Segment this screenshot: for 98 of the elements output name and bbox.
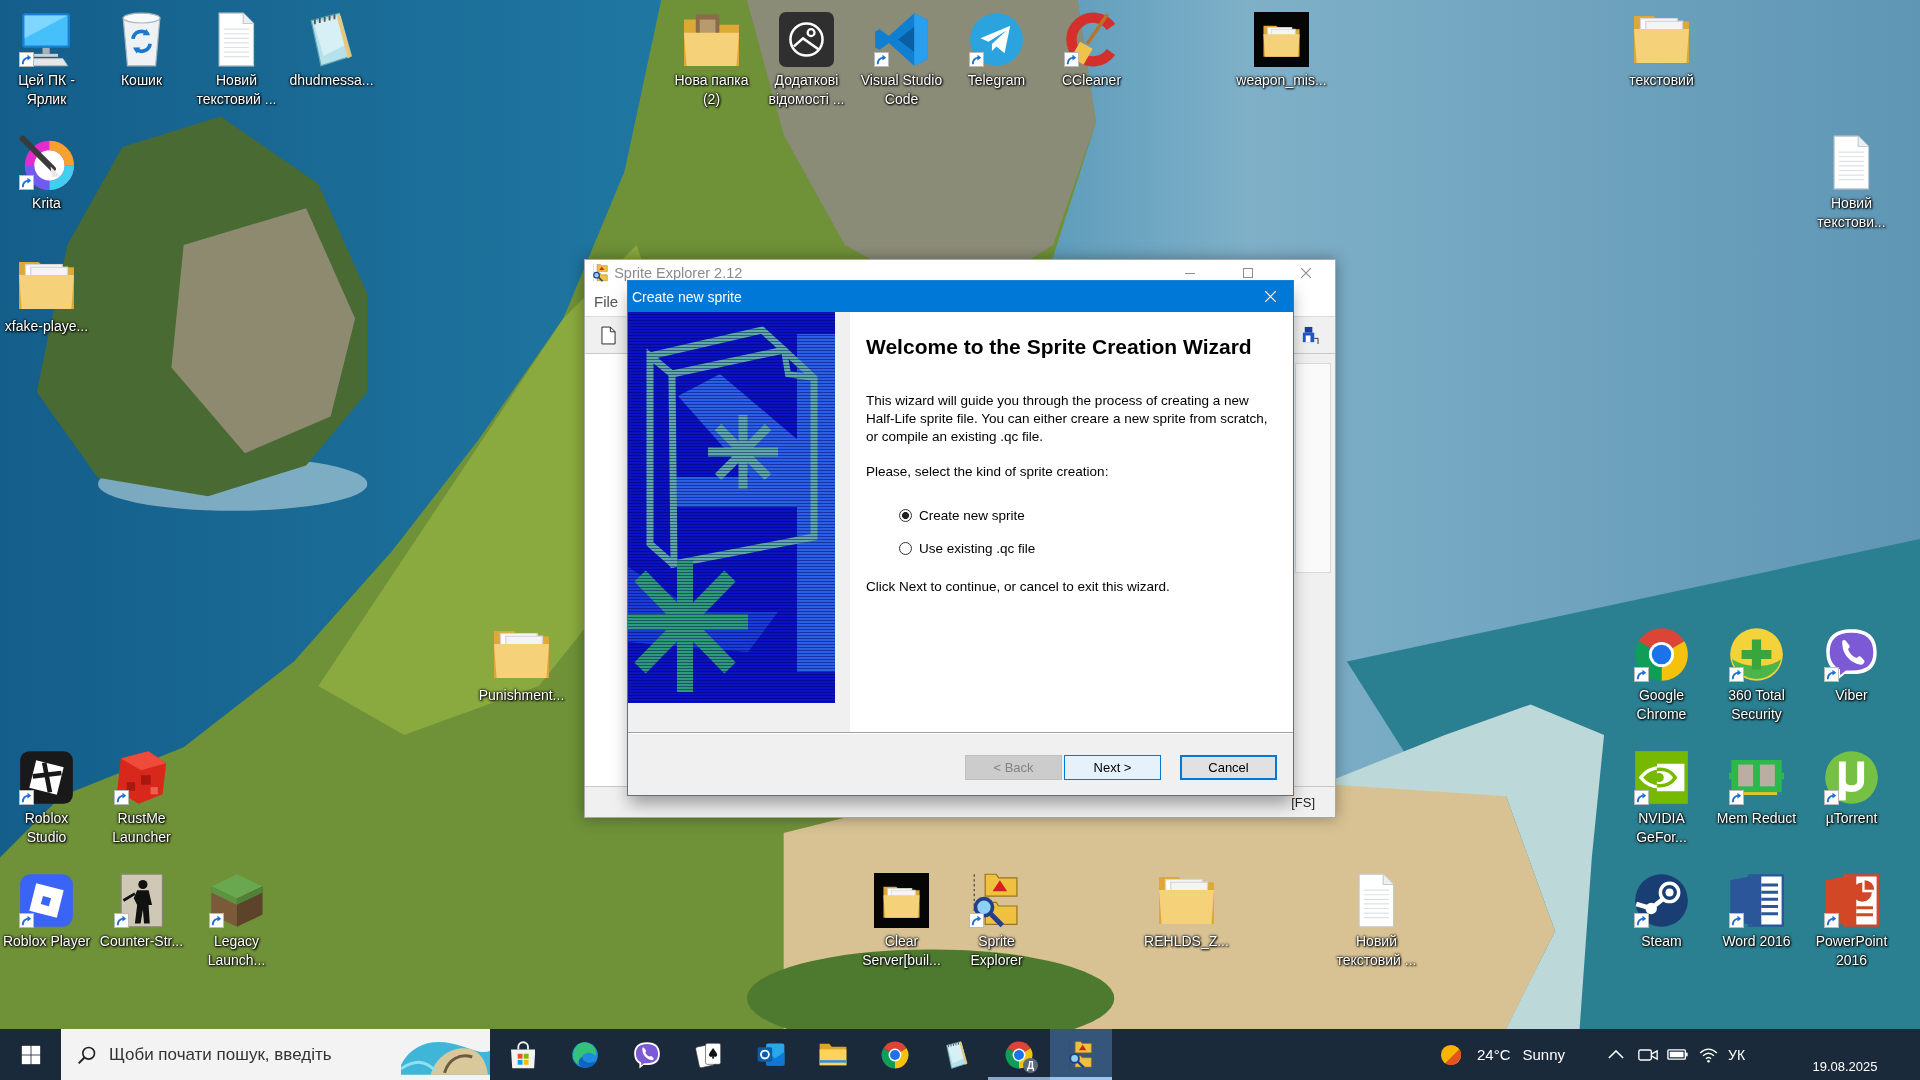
icon-label[interactable]: Telegram	[967, 71, 1026, 90]
next-button[interactable]: Next >	[1064, 755, 1161, 780]
shopping-bag-icon	[510, 1040, 536, 1069]
phone-bubble-icon	[633, 1040, 661, 1069]
icon-label[interactable]: Нова папка (2)	[674, 71, 749, 109]
dialog-title: Create new sprite	[632, 288, 743, 305]
paintbrush-icon[interactable]	[19, 135, 74, 190]
plus-logo-icon[interactable]	[1729, 627, 1784, 682]
icon-label[interactable]: Clear Server[buil...	[862, 932, 941, 970]
page-tile-icon[interactable]	[1729, 873, 1784, 928]
swirl-logo-icon	[571, 1040, 599, 1069]
icon-label[interactable]: dhudmessa...	[289, 71, 374, 90]
sun-icon[interactable]	[1440, 1043, 1462, 1066]
recycle-bin-icon[interactable]	[121, 12, 162, 67]
windows-logo-icon	[20, 1044, 41, 1065]
circle-tile-icon[interactable]	[779, 12, 834, 67]
tilted-square-icon[interactable]	[19, 750, 74, 805]
icon-label[interactable]: Viber	[1835, 686, 1868, 705]
folder-icon[interactable]	[874, 873, 929, 928]
search-icon	[77, 1044, 97, 1065]
radio-label[interactable]: Use existing .qc file	[919, 540, 1036, 556]
piston-logo-icon[interactable]	[1634, 873, 1689, 928]
notepad-icon	[946, 1040, 968, 1069]
battery-icon[interactable]	[1667, 1049, 1689, 1060]
minimize-icon	[1185, 272, 1195, 274]
icon-label[interactable]: текстовий	[1629, 71, 1694, 90]
icon-label[interactable]: Counter-Str...	[99, 932, 184, 951]
block-cube-icon[interactable]	[115, 750, 168, 805]
search-field[interactable]: Щоби почати пошук, введіть	[61, 1029, 490, 1080]
icon-label[interactable]: Sprite Explorer	[970, 932, 1023, 970]
icon-label[interactable]: Mem Reduct	[1716, 809, 1797, 828]
chevron-up-icon[interactable]	[1608, 1050, 1624, 1059]
icon-label[interactable]: PowerPoint 2016	[1815, 932, 1888, 970]
icon-label[interactable]: Visual Studio Code	[860, 71, 943, 109]
playing-cards-icon	[695, 1040, 723, 1069]
icon-label[interactable]: Roblox Studio	[24, 809, 69, 847]
memory-chip-icon[interactable]	[1729, 759, 1784, 796]
icon-label[interactable]: Новий текстови...	[1817, 194, 1886, 232]
wifi-icon[interactable]	[1698, 1046, 1718, 1063]
icon-label[interactable]: Legacy Launch...	[207, 932, 266, 970]
icon-label[interactable]: 360 Total Security	[1728, 686, 1785, 724]
menu-item[interactable]: File	[589, 292, 624, 310]
radio-label[interactable]: Create new sprite	[919, 507, 1025, 523]
radio-button[interactable]	[899, 541, 912, 555]
folder-magnifier-icon[interactable]	[973, 873, 1020, 928]
document-icon[interactable]	[601, 325, 616, 345]
wizard-intro: This wizard will guide you through the process of creating a new Half-Life sprite file. You can either creare a new sprite from scratch, or compile an existing .qc file.	[866, 392, 1269, 446]
temperature-text[interactable]: 24°C	[1477, 1046, 1511, 1063]
mail-logo-icon	[757, 1042, 785, 1067]
ring-logo-icon	[1005, 1040, 1033, 1069]
camera-icon[interactable]	[1638, 1048, 1658, 1061]
icon-label[interactable]: Цей ПК - Ярлик	[18, 71, 75, 109]
grass-block-icon[interactable]	[209, 873, 264, 928]
maximize-icon	[1243, 268, 1253, 278]
paper-plane-icon[interactable]	[969, 12, 1024, 67]
folder-icon[interactable]	[1254, 12, 1309, 67]
window-title: Sprite Explorer 2.12	[614, 266, 744, 280]
icon-label[interactable]: Punishment...	[478, 686, 565, 705]
radio-button[interactable]	[899, 508, 912, 522]
folder-magnifier-icon	[593, 264, 609, 282]
ribbon-logo-icon[interactable]	[874, 12, 929, 67]
folder-icon[interactable]	[19, 261, 74, 310]
icon-label[interactable]: Додаткові відомості ...	[768, 71, 845, 109]
icon-label[interactable]: NVIDIA GeFor...	[1636, 809, 1687, 847]
icon-label[interactable]: Word 2016	[1722, 932, 1791, 951]
date-text[interactable]: 19.08.2025	[1812, 1059, 1878, 1074]
wizard-hint: Click Next to continue, or cancel to exit this wizard.	[866, 578, 1171, 596]
soldier-silhouette-icon[interactable]	[119, 873, 164, 928]
icon-label[interactable]: Google Chrome	[1636, 686, 1687, 724]
icon-label[interactable]: Кошик	[120, 71, 163, 90]
icon-label[interactable]: Новий текстовий ...	[196, 71, 277, 109]
icon-label[interactable]: RustMe Launcher	[112, 809, 171, 847]
folder-icon	[819, 1043, 847, 1066]
eye-logo-icon[interactable]	[1634, 750, 1689, 805]
icon-label[interactable]: Roblox Player	[2, 932, 91, 951]
cancel-button[interactable]: Cancel	[1180, 755, 1277, 780]
figure-icon[interactable]	[1300, 325, 1319, 345]
icon-label[interactable]: xfake-playe...	[4, 317, 89, 336]
status-text: [FS]	[1291, 794, 1315, 810]
tilted-square-tile-icon[interactable]	[19, 873, 74, 928]
chart-page-tile-icon[interactable]	[1824, 873, 1879, 928]
ring-logo-icon	[881, 1040, 909, 1069]
wizard-heading: Welcome to the Sprite Creation Wizard	[866, 334, 1253, 360]
icon-label[interactable]: CCleaner	[1061, 71, 1122, 90]
monitor-icon[interactable]	[21, 12, 72, 67]
notepad-icon[interactable]	[310, 12, 353, 67]
icon-label[interactable]: µTorrent	[1825, 809, 1878, 828]
icon-label[interactable]: Krita	[32, 194, 61, 213]
taskbar-button[interactable]: Д	[988, 1029, 1050, 1080]
weather-condition-text[interactable]: Sunny	[1522, 1046, 1566, 1063]
close-icon	[1264, 291, 1276, 302]
language-indicator[interactable]: УК	[1728, 1046, 1760, 1063]
folder-magnifier-icon	[1069, 1040, 1093, 1069]
icon-label[interactable]: Steam	[1641, 932, 1682, 951]
hook-logo-icon[interactable]	[1824, 750, 1879, 805]
ring-logo-icon[interactable]	[1634, 627, 1689, 682]
close-icon	[1301, 268, 1311, 278]
wizard-prompt: Please, select the kind of sprite creation:	[866, 463, 1110, 481]
